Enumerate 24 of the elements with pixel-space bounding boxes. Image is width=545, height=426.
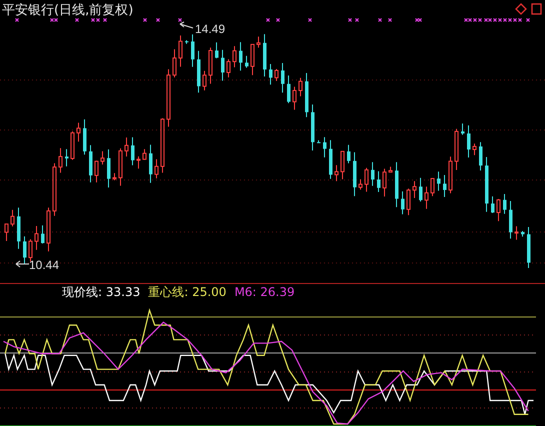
x-marker-icon (142, 18, 148, 22)
x-marker-icon (308, 18, 312, 22)
diamond-icon[interactable] (515, 3, 527, 15)
x-marker-icon (348, 18, 352, 22)
high-price-label: 14.49 (195, 22, 226, 36)
indicator-legend-label: M6: 26.39 (234, 285, 295, 299)
leader-line (16, 260, 30, 268)
indicator-legend-label: 重心线: 25.00 (148, 284, 226, 300)
low-price-label: 10.44 (29, 258, 60, 272)
square-icon[interactable] (531, 3, 542, 15)
x-marker-icon (14, 18, 20, 22)
indicator-legend-label: 现价线: 33.33 (62, 284, 140, 300)
x-marker-icon (178, 18, 182, 22)
chart-title: 平安银行(日线,前复权) (2, 2, 134, 19)
x-marker-icon (74, 18, 80, 22)
x-marker-icon (156, 18, 160, 22)
x-marker-icon (354, 18, 360, 22)
leader-line (180, 22, 194, 28)
x-marker-icon (276, 18, 280, 22)
x-marker-icon (526, 18, 530, 22)
x-marker-icon (388, 18, 392, 22)
x-marker-icon (378, 18, 382, 22)
x-marker-icon (266, 18, 270, 22)
x-marker-icon (102, 18, 108, 22)
